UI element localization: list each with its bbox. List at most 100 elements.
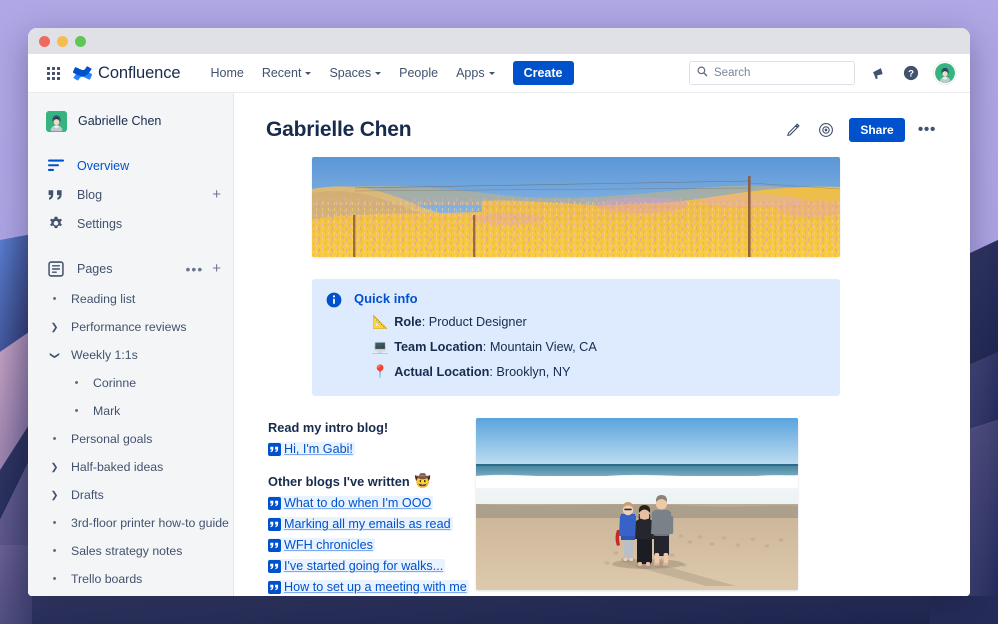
list-item[interactable]: • Trello boards <box>28 565 233 593</box>
add-blog-post-button[interactable]: + <box>212 187 221 202</box>
family-beach-photo <box>476 418 798 590</box>
user-avatar[interactable] <box>934 62 956 84</box>
nav-item-home[interactable]: Home <box>202 61 251 85</box>
quote-icon <box>46 189 65 201</box>
chevron-down-icon[interactable]: ❯ <box>49 347 60 364</box>
blog-link-label: Marking all my emails as read <box>284 517 451 531</box>
bullet-icon: • <box>46 293 63 305</box>
nav-item-spaces[interactable]: Spaces <box>321 61 389 85</box>
chevron-right-icon[interactable]: ❯ <box>46 462 63 473</box>
page-label: 3rd-floor printer how-to guide <box>71 516 229 530</box>
window-minimize-button[interactable] <box>57 36 68 47</box>
blog-link[interactable]: How to set up a meeting with me <box>268 580 469 594</box>
blog-link[interactable]: Marking all my emails as read <box>268 517 453 531</box>
list-item[interactable]: • Sales strategy notes <box>28 537 233 565</box>
photo-column: I have a younger brother and an older si… <box>468 418 936 596</box>
confluence-home-link[interactable]: Confluence <box>73 64 180 83</box>
window-close-button[interactable] <box>39 36 50 47</box>
nav-item-label: Apps <box>456 66 485 80</box>
space-avatar <box>46 111 67 132</box>
list-item[interactable]: • Corinne <box>28 369 233 397</box>
brand-name: Confluence <box>98 64 180 83</box>
pushpin-emoji: 📍 <box>372 365 388 378</box>
blog-post-icon <box>268 518 281 531</box>
page-header: Gabrielle Chen <box>266 111 936 149</box>
list-item[interactable]: ❯ Half-baked ideas <box>28 453 233 481</box>
bullet-icon: • <box>46 433 63 445</box>
pages-more-actions-button[interactable]: ••• <box>186 262 204 276</box>
app-switcher-grid-icon[interactable] <box>42 62 64 84</box>
blog-link[interactable]: WFH chronicles <box>268 538 375 552</box>
question-circle-icon[interactable]: ? <box>901 63 921 83</box>
hero-banner-image <box>312 157 840 257</box>
sidebar-item-overview[interactable]: Overview <box>28 151 233 180</box>
nav-item-apps[interactable]: Apps <box>448 61 503 85</box>
nav-item-label: Recent <box>262 66 302 80</box>
blog-link[interactable]: What to do when I'm OOO <box>268 496 433 510</box>
sidebar-item-blog[interactable]: Blog + <box>28 180 233 209</box>
eye-icon[interactable] <box>816 120 836 140</box>
confluence-logo-icon <box>73 64 92 82</box>
page-actions: Share ••• <box>783 118 936 142</box>
list-item[interactable]: ❯ Weekly 1:1s <box>28 341 233 369</box>
bullet-icon: • <box>46 517 63 529</box>
nav-item-people[interactable]: People <box>391 61 446 85</box>
browser-window: Confluence Home Recent Spaces People App… <box>28 28 970 596</box>
space-sidebar: Gabrielle Chen Overview <box>28 93 234 596</box>
nav-item-recent[interactable]: Recent <box>254 61 320 85</box>
create-button[interactable]: Create <box>513 61 574 85</box>
blog-link[interactable]: I've started going for walks... <box>268 559 445 573</box>
nav-links: Home Recent Spaces People Apps Create <box>202 61 573 85</box>
quick-info-value: Brooklyn, NY <box>496 365 570 379</box>
list-item[interactable]: ❯ Performance reviews <box>28 313 233 341</box>
blog-link[interactable]: Hi, I'm Gabi! <box>268 442 355 456</box>
share-button[interactable]: Share <box>849 118 904 142</box>
list-item[interactable]: • Reading list <box>28 285 233 313</box>
quick-info-row: 📐 Role: Product Designer <box>372 313 824 332</box>
blog-post-icon <box>268 581 281 594</box>
list-item[interactable]: • 3rd-floor printer how-to guide <box>28 509 233 537</box>
add-page-button[interactable]: + <box>212 261 221 276</box>
window-body: Gabrielle Chen Overview <box>28 93 970 596</box>
list-item[interactable]: • Mark <box>28 397 233 425</box>
sidebar-item-label: Settings <box>77 217 122 231</box>
search-input[interactable] <box>689 61 855 85</box>
chevron-down-icon <box>375 72 381 75</box>
chevron-right-icon[interactable]: ❯ <box>46 490 63 501</box>
page-tree-icon <box>46 261 65 277</box>
space-name: Gabrielle Chen <box>78 114 161 128</box>
blog-links-column: Read my intro blog! Hi, I'm Gabi! <box>268 418 468 596</box>
list-item[interactable]: ❯ Drafts <box>28 481 233 509</box>
sidebar-item-label: Pages <box>77 262 112 276</box>
quick-info-title: Quick info <box>354 291 824 306</box>
sidebar-item-pages[interactable]: Pages ••• + <box>28 254 233 283</box>
gear-icon <box>46 216 65 232</box>
chevron-down-icon <box>305 72 311 75</box>
page-label: Drafts <box>71 488 104 502</box>
pencil-icon[interactable] <box>783 120 803 140</box>
sidebar-item-settings[interactable]: Settings <box>28 209 233 238</box>
heading-text: Other blogs I've written <box>268 474 410 489</box>
sidebar-pages-group: Pages ••• + • Reading list ❯ Performance… <box>28 254 233 593</box>
bullet-icon: • <box>68 405 85 417</box>
megaphone-icon[interactable] <box>868 63 888 83</box>
quick-info-label: Actual Location <box>394 365 489 379</box>
page-tree-list: • Reading list ❯ Performance reviews ❯ W… <box>28 285 233 593</box>
window-maximize-button[interactable] <box>75 36 86 47</box>
bullet-icon: • <box>46 573 63 585</box>
chevron-right-icon[interactable]: ❯ <box>46 322 63 333</box>
list-item[interactable]: • Personal goals <box>28 425 233 453</box>
page-content: Gabrielle Chen <box>234 93 970 596</box>
search-field[interactable] <box>714 67 847 79</box>
nav-right-cluster: ? <box>689 61 956 85</box>
space-header[interactable]: Gabrielle Chen <box>28 107 233 135</box>
more-actions-button[interactable]: ••• <box>918 122 936 138</box>
nav-item-label: Spaces <box>329 66 371 80</box>
intro-blog-heading: Read my intro blog! <box>268 420 468 435</box>
blog-link-label: I've started going for walks... <box>284 559 443 573</box>
lower-content-row: Read my intro blog! Hi, I'm Gabi! <box>266 418 936 596</box>
quick-info-label: Team Location <box>394 340 483 354</box>
bullet-icon: • <box>46 545 63 557</box>
blog-link-label: What to do when I'm OOO <box>284 496 431 510</box>
page-label: Sales strategy notes <box>71 544 182 558</box>
